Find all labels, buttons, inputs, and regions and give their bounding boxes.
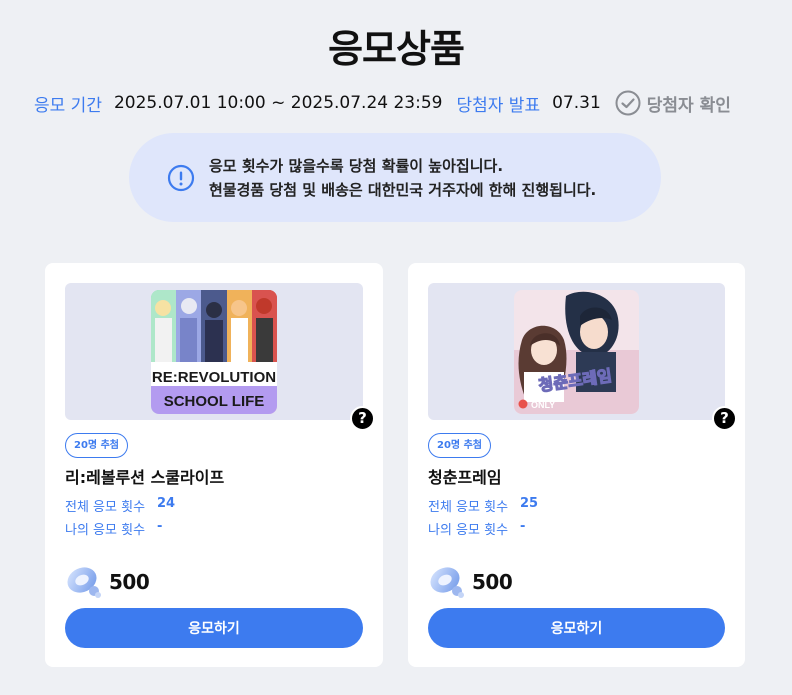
total-entries: 전체 응모 횟수 24 (65, 496, 175, 515)
apply-button[interactable]: 응모하기 (428, 608, 725, 648)
info-icon (167, 164, 195, 191)
prize-thumbnail: RE:REVOLUTION SCHOOL LIFE (151, 290, 277, 414)
entry-price-value: 500 (472, 570, 513, 594)
prize-card: RE:REVOLUTION SCHOOL LIFE ? 20명 추첨 리:레볼루… (45, 263, 383, 667)
my-entries: 나의 응모 횟수 - (428, 519, 525, 538)
my-entries: 나의 응모 횟수 - (65, 519, 162, 538)
my-entries-label: 나의 응모 횟수 (65, 523, 146, 538)
announce-label: 당첨자 발표 (456, 95, 541, 116)
period-info: 응모 기간 2025.07.01 10:00 ~ 2025.07.24 23:5… (34, 89, 774, 117)
prize-name: 리:레볼루션 스쿨라이프 (65, 468, 225, 487)
thumb-tag: ONLY (531, 400, 555, 410)
winner-count-badge: 20명 추첨 (428, 433, 491, 458)
prize-image-area: RE:REVOLUTION SCHOOL LIFE ? (65, 283, 375, 431)
entry-price-value: 500 (109, 570, 150, 594)
prize-image-area: 청춘프레임 ONLY ? (428, 283, 737, 431)
check-winner-label: 당첨자 확인 (646, 95, 731, 116)
total-entries-label: 전체 응모 횟수 (428, 500, 509, 515)
prize-thumbnail: 청춘프레임 ONLY (514, 290, 639, 414)
total-entries-value: 24 (157, 496, 176, 511)
apply-button[interactable]: 응모하기 (65, 608, 363, 648)
check-winner-button[interactable]: 당첨자 확인 (615, 90, 731, 116)
question-icon[interactable]: ? (712, 406, 737, 431)
entry-price: 500 (428, 565, 513, 599)
winner-count-badge: 20명 추첨 (65, 433, 128, 458)
notice-line-1: 응모 횟수가 많을수록 당첨 확률이 높아집니다. (209, 156, 504, 175)
thumb-title-2: SCHOOL LIFE (164, 393, 265, 410)
notice-line-2: 현물경품 당첨 및 배송은 대한민국 거주자에 한해 진행됩니다. (209, 180, 597, 199)
entry-price: 500 (65, 565, 150, 599)
prize-name: 청춘프레임 (428, 468, 502, 487)
total-entries-label: 전체 응모 횟수 (65, 500, 146, 515)
check-circle-icon (615, 90, 641, 116)
prize-card: 청춘프레임 ONLY ? 20명 추첨 청춘프레임 전체 응모 횟수 25 나의… (408, 263, 745, 667)
question-icon[interactable]: ? (350, 406, 375, 431)
page-title: 응모상품 (328, 27, 465, 71)
total-entries: 전체 응모 횟수 25 (428, 496, 538, 515)
entry-period-label: 응모 기간 (34, 95, 102, 116)
notice-banner: 응모 횟수가 많을수록 당첨 확률이 높아집니다. 현물경품 당첨 및 배송은 … (129, 133, 661, 222)
announce-value: 07.31 (552, 93, 601, 113)
entry-period-value: 2025.07.01 10:00 ~ 2025.07.24 23:59 (113, 93, 443, 113)
thumb-title-1: RE:REVOLUTION (152, 369, 276, 386)
my-entries-label: 나의 응모 횟수 (428, 523, 509, 538)
my-entries-value: - (157, 519, 163, 534)
coin-icon (67, 567, 101, 598)
coin-icon (430, 567, 464, 598)
my-entries-value: - (520, 519, 526, 534)
total-entries-value: 25 (520, 496, 539, 511)
